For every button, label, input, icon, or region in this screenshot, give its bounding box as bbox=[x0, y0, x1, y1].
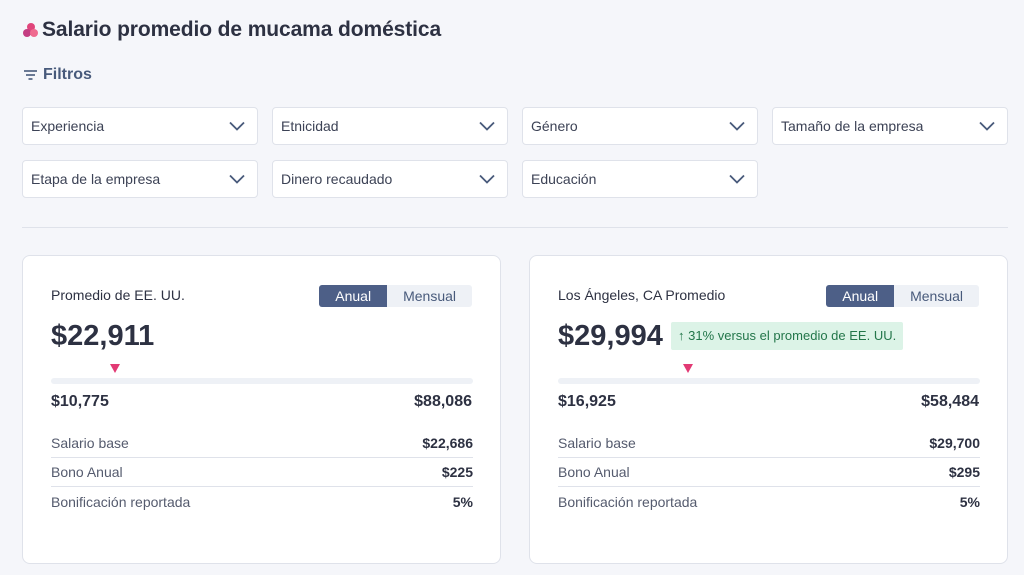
table-row: Salario base $29,700 bbox=[558, 429, 980, 458]
ethnicity-select[interactable]: Etnicidad bbox=[272, 107, 508, 145]
page-header: Salario promedio de mucama doméstica bbox=[22, 18, 441, 42]
section-divider bbox=[22, 227, 1008, 228]
average-salary: $29,994 bbox=[558, 320, 663, 352]
row-value: 5% bbox=[959, 493, 980, 510]
chevron-down-icon bbox=[729, 174, 745, 184]
marker-triangle-icon bbox=[110, 364, 120, 373]
table-row: Bonificación reportada 5% bbox=[51, 487, 473, 516]
select-label: Género bbox=[531, 118, 578, 134]
company-stage-select[interactable]: Etapa de la empresa bbox=[22, 160, 258, 198]
select-label: Experiencia bbox=[31, 118, 105, 134]
chevron-down-icon bbox=[479, 121, 495, 131]
average-salary: $22,911 bbox=[51, 320, 155, 352]
select-label: Educación bbox=[531, 171, 597, 187]
salary-breakdown: Salario base $29,700 Bono Anual $295 Bon… bbox=[558, 429, 980, 516]
select-label: Tamaño de la empresa bbox=[781, 118, 924, 134]
table-row: Salario base $22,686 bbox=[51, 429, 473, 458]
period-toggle: Anual Mensual bbox=[319, 285, 472, 307]
row-value: $295 bbox=[948, 464, 980, 480]
table-row: Bono Anual $295 bbox=[558, 458, 980, 487]
range-min-value: $16,925 bbox=[558, 393, 616, 410]
company-size-select[interactable]: Tamaño de la empresa bbox=[772, 107, 1008, 145]
salary-breakdown: Salario base $22,686 Bono Anual $225 Bon… bbox=[51, 429, 473, 516]
salary-range-bar bbox=[558, 378, 980, 384]
filters-label: Filtros bbox=[43, 66, 92, 83]
monthly-toggle-button[interactable]: Mensual bbox=[894, 285, 979, 307]
annual-toggle-button[interactable]: Anual bbox=[319, 285, 388, 307]
period-toggle: Anual Mensual bbox=[826, 285, 979, 307]
table-row: Bono Anual $225 bbox=[51, 458, 473, 487]
comparison-badge: ↑ 31% versus el promedio de EE. UU. bbox=[671, 322, 904, 350]
row-label: Salario base bbox=[558, 435, 636, 451]
row-value: $22,686 bbox=[422, 435, 473, 451]
row-label: Salario base bbox=[51, 435, 129, 451]
chevron-down-icon bbox=[229, 121, 245, 131]
select-label: Etnicidad bbox=[281, 118, 339, 134]
card-title: Los Ángeles, CA Promedio bbox=[558, 287, 726, 303]
range-min-value: $10,775 bbox=[51, 393, 109, 410]
monthly-toggle-button[interactable]: Mensual bbox=[387, 285, 472, 307]
chevron-down-icon bbox=[229, 174, 245, 184]
row-value: $225 bbox=[441, 464, 473, 480]
experience-select[interactable]: Experiencia bbox=[22, 107, 258, 145]
chevron-down-icon bbox=[979, 121, 995, 131]
brand-logo-icon bbox=[22, 21, 40, 39]
row-value: $29,700 bbox=[929, 435, 980, 451]
marker-triangle-icon bbox=[683, 364, 693, 373]
row-label: Bonificación reportada bbox=[51, 493, 191, 510]
chevron-down-icon bbox=[729, 121, 745, 131]
us-average-card: Promedio de EE. UU. Anual Mensual $22,91… bbox=[22, 255, 501, 564]
education-select[interactable]: Educación bbox=[522, 160, 758, 198]
filters-toggle-button[interactable]: Filtros bbox=[23, 66, 92, 84]
range-max-value: $88,086 bbox=[414, 393, 472, 410]
row-label: Bono Anual bbox=[51, 464, 123, 480]
row-label: Bono Anual bbox=[558, 464, 630, 480]
los-angeles-average-card: Los Ángeles, CA Promedio Anual Mensual $… bbox=[529, 255, 1008, 564]
salary-range-bar bbox=[51, 378, 473, 384]
annual-toggle-button[interactable]: Anual bbox=[826, 285, 895, 307]
row-value: 5% bbox=[452, 493, 473, 510]
gender-select[interactable]: Género bbox=[522, 107, 758, 145]
funding-raised-select[interactable]: Dinero recaudado bbox=[272, 160, 508, 198]
select-label: Etapa de la empresa bbox=[31, 171, 161, 187]
page-title: Salario promedio de mucama doméstica bbox=[42, 18, 442, 41]
filter-icon bbox=[24, 70, 37, 80]
table-row: Bonificación reportada 5% bbox=[558, 487, 980, 516]
select-label: Dinero recaudado bbox=[281, 171, 393, 187]
row-label: Bonificación reportada bbox=[558, 493, 698, 510]
card-title: Promedio de EE. UU. bbox=[51, 287, 185, 303]
range-max-value: $58,484 bbox=[921, 393, 979, 410]
chevron-down-icon bbox=[479, 174, 495, 184]
